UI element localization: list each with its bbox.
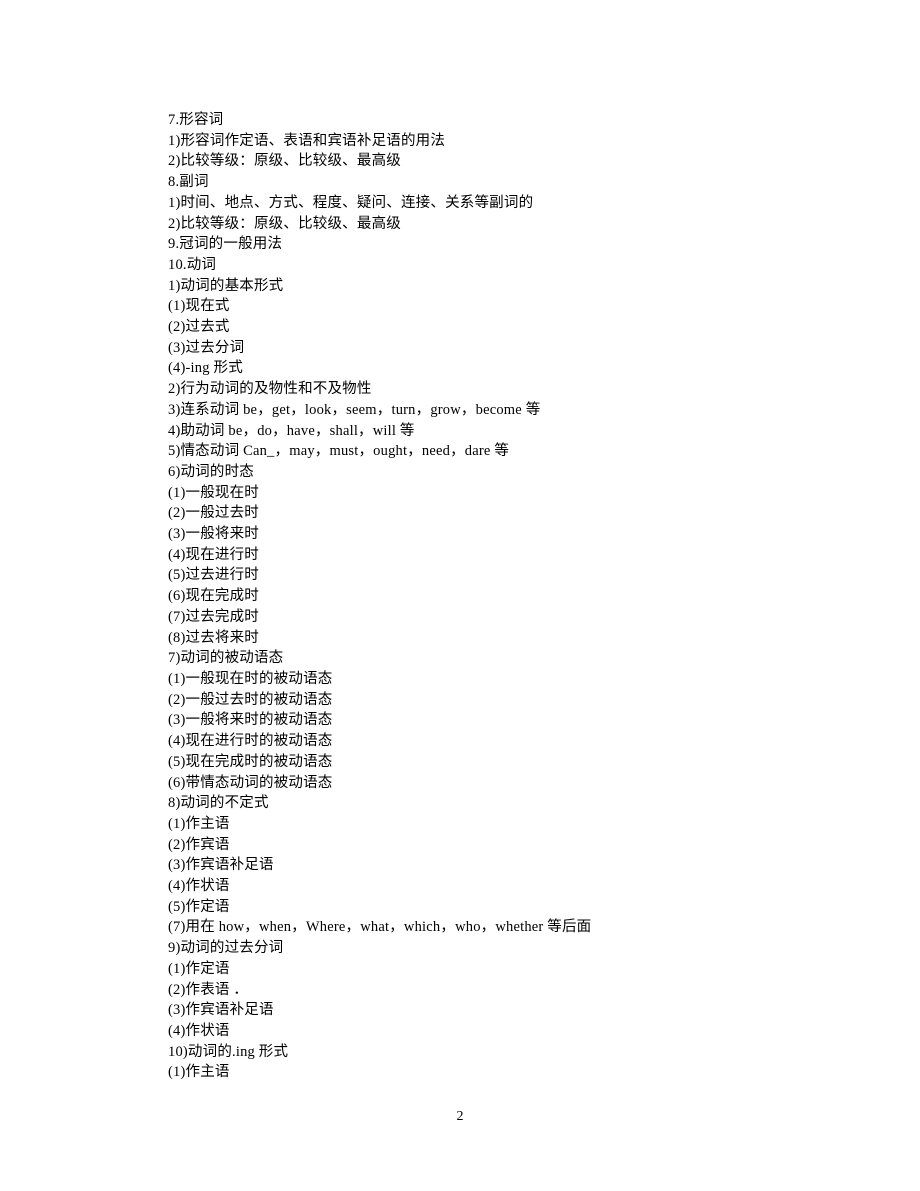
document-line: (4)作状语 xyxy=(168,1021,920,1042)
document-line: 2)比较等级：原级、比较级、最高级 xyxy=(168,214,920,235)
document-line: 9)动词的过去分词 xyxy=(168,938,920,959)
document-line: 1)形容词作定语、表语和宾语补足语的用法 xyxy=(168,131,920,152)
document-line: 9.冠词的一般用法 xyxy=(168,234,920,255)
document-line: 10)动词的.ing 形式 xyxy=(168,1042,920,1063)
document-line: (3)一般将来时的被动语态 xyxy=(168,710,920,731)
document-line: (4)-ing 形式 xyxy=(168,358,920,379)
document-line: (1)一般现在时 xyxy=(168,483,920,504)
document-line: 5)情态动词 Can_，may，must，ought，need，dare 等 xyxy=(168,441,920,462)
document-line: (1)作定语 xyxy=(168,959,920,980)
document-line: (2)一般过去时的被动语态 xyxy=(168,690,920,711)
document-line: (1)作主语 xyxy=(168,1062,920,1083)
document-line: (7)过去完成时 xyxy=(168,607,920,628)
document-line: 1)时间、地点、方式、程度、疑问、连接、关系等副词的 xyxy=(168,193,920,214)
document-line: (6)带情态动词的被动语态 xyxy=(168,773,920,794)
document-line: 8.副词 xyxy=(168,172,920,193)
document-line: (7)用在 how，when，Where，what，which，who，whet… xyxy=(168,917,920,938)
document-line: 8)动词的不定式 xyxy=(168,793,920,814)
document-line: (3)一般将来时 xyxy=(168,524,920,545)
document-line: (4)现在进行时的被动语态 xyxy=(168,731,920,752)
document-line: (1)现在式 xyxy=(168,296,920,317)
document-line: 1)动词的基本形式 xyxy=(168,276,920,297)
document-line: (8)过去将来时 xyxy=(168,628,920,649)
document-line: (3)作宾语补足语 xyxy=(168,1000,920,1021)
document-line: (5)现在完成时的被动语态 xyxy=(168,752,920,773)
document-line: (2)过去式 xyxy=(168,317,920,338)
document-line: 6)动词的时态 xyxy=(168,462,920,483)
document-line: 7.形容词 xyxy=(168,110,920,131)
document-line: (6)现在完成时 xyxy=(168,586,920,607)
document-page: 7.形容词1)形容词作定语、表语和宾语补足语的用法2)比较等级：原级、比较级、最… xyxy=(0,0,920,1083)
document-line: (2)作宾语 xyxy=(168,835,920,856)
document-line: (3)作宾语补足语 xyxy=(168,855,920,876)
document-line: (4)现在进行时 xyxy=(168,545,920,566)
document-line: (2)一般过去时 xyxy=(168,503,920,524)
document-line: (2)作表语 ． xyxy=(168,980,920,1001)
document-line: (1)一般现在时的被动语态 xyxy=(168,669,920,690)
document-line: 4)助动词 be，do，have，shall，will 等 xyxy=(168,421,920,442)
document-line: (3)过去分词 xyxy=(168,338,920,359)
document-line: 2)行为动词的及物性和不及物性 xyxy=(168,379,920,400)
document-line: (4)作状语 xyxy=(168,876,920,897)
document-line: (1)作主语 xyxy=(168,814,920,835)
document-line: 2)比较等级：原级、比较级、最高级 xyxy=(168,151,920,172)
document-line: 3)连系动词 be，get，look，seem，turn，grow，become… xyxy=(168,400,920,421)
page-number: 2 xyxy=(0,1109,920,1125)
document-line: 7)动词的被动语态 xyxy=(168,648,920,669)
document-line: 10.动词 xyxy=(168,255,920,276)
document-line: (5)作定语 xyxy=(168,897,920,918)
document-line: (5)过去进行时 xyxy=(168,565,920,586)
